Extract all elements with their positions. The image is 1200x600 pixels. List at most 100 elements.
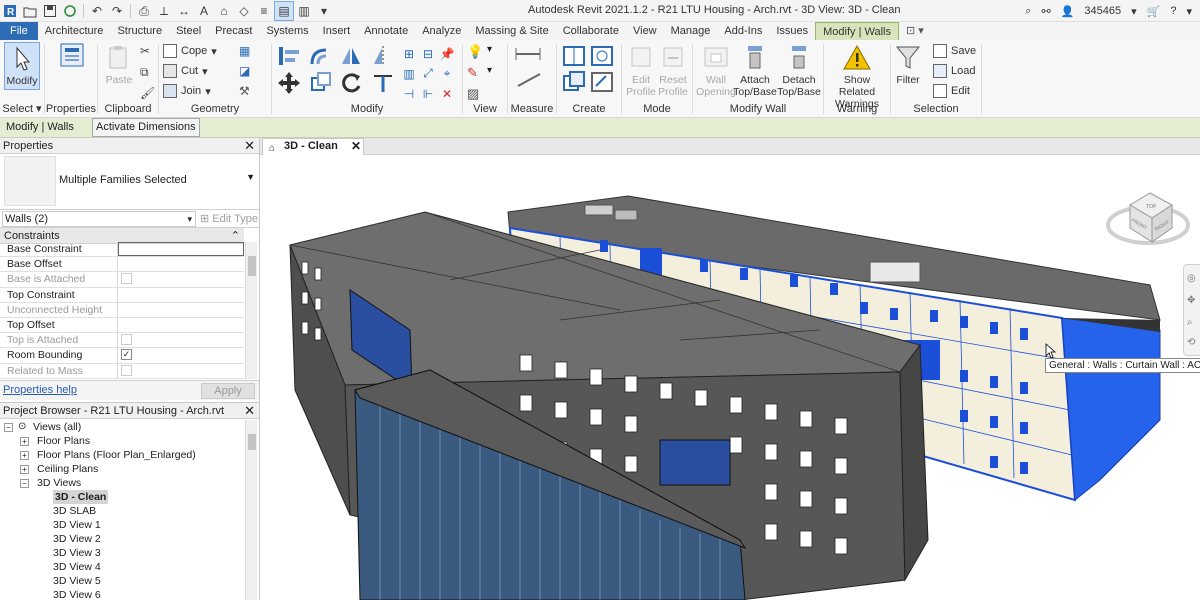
collapse-icon[interactable]: − xyxy=(4,423,13,432)
property-row[interactable]: Base Offset xyxy=(0,257,244,273)
binoculars-icon[interactable]: ⚯ xyxy=(1041,5,1050,18)
undo-icon[interactable]: ↶ xyxy=(87,1,107,21)
unpin-icon[interactable]: ⌖ xyxy=(438,64,456,83)
measure-between-icon[interactable] xyxy=(514,44,544,64)
property-row[interactable]: Top is Attached xyxy=(0,333,244,349)
reset-profile-button[interactable]: Reset Profile xyxy=(656,44,690,98)
cope-button[interactable]: Cope ▾ xyxy=(163,44,217,58)
chevron-down-icon[interactable]: ▾ xyxy=(487,44,492,55)
property-value[interactable] xyxy=(118,333,244,347)
customize-quick-access-icon[interactable]: ▾ xyxy=(314,1,334,21)
trim-single-icon[interactable]: ⊣ xyxy=(400,84,418,103)
create-group-icon[interactable] xyxy=(561,70,587,94)
filter-button[interactable]: Filter xyxy=(893,44,923,86)
tree-node[interactable]: −3D Views xyxy=(0,476,244,490)
tab-architecture[interactable]: Architecture xyxy=(38,22,111,40)
tab-systems[interactable]: Systems xyxy=(259,22,315,40)
tab-collaborate[interactable]: Collaborate xyxy=(556,22,626,40)
tree-node[interactable]: 3D SLAB xyxy=(0,504,244,518)
cut-button[interactable]: Cut ▾ xyxy=(163,64,208,78)
edit-type-button[interactable]: ⊞ Edit Type xyxy=(200,212,258,225)
tab-massing-site[interactable]: Massing & Site xyxy=(468,22,555,40)
property-value[interactable]: ✓ xyxy=(118,348,244,362)
close-icon[interactable]: ✕ xyxy=(351,139,361,154)
join-button[interactable]: Join ▾ xyxy=(163,84,211,98)
chevron-down-icon[interactable]: ▼ xyxy=(246,172,255,182)
cut-scissors-icon[interactable]: ✂ xyxy=(140,44,150,58)
attach-top-base-button[interactable]: Attach Top/Base xyxy=(733,44,777,98)
load-selection-button[interactable]: Load xyxy=(933,64,975,78)
align-icon[interactable] xyxy=(276,44,302,68)
checkbox[interactable] xyxy=(121,334,132,346)
property-value[interactable] xyxy=(118,288,244,302)
orbit-icon[interactable]: ⟲ xyxy=(1187,337,1195,348)
tab-annotate[interactable]: Annotate xyxy=(357,22,415,40)
property-row[interactable]: Unconnected Height xyxy=(0,302,244,318)
collapse-icon[interactable]: − xyxy=(20,479,29,488)
dimension-icon[interactable]: ↔ xyxy=(174,1,194,21)
property-row[interactable]: Top Constraint xyxy=(0,287,244,303)
edit-selection-button[interactable]: Edit xyxy=(933,84,970,98)
tab-steel[interactable]: Steel xyxy=(169,22,208,40)
view-tab-3d-clean[interactable]: ⌂ 3D - Clean ✕ xyxy=(262,138,364,155)
building-model[interactable]: TOP FRONT RIGHT xyxy=(260,155,1200,600)
offset-icon[interactable] xyxy=(308,44,334,68)
type-selector[interactable]: Multiple Families Selected ▼ xyxy=(0,154,259,210)
detach-top-base-button[interactable]: Detach Top/Base xyxy=(777,44,821,98)
tree-node[interactable]: 3D View 4 xyxy=(0,560,244,574)
chevron-down-icon[interactable]: ▾ xyxy=(1186,5,1192,18)
checkbox[interactable]: ✓ xyxy=(121,349,132,361)
tree-node[interactable]: 3D - Clean xyxy=(0,490,244,504)
mirror-draw-axis-icon[interactable] xyxy=(370,44,396,68)
override-graphics-icon[interactable]: ✎ xyxy=(467,65,478,81)
scale-icon[interactable]: ⤢ xyxy=(419,64,437,83)
measure-icon[interactable]: ⟂ xyxy=(154,1,174,21)
wall-opening-button[interactable]: Wall Opening xyxy=(696,44,736,98)
3d-viewport[interactable]: TOP FRONT RIGHT ◎ ✥ ⌕ ⟲ xyxy=(260,155,1200,600)
3d-view-icon[interactable]: ⌂ xyxy=(214,1,234,21)
create-assembly-icon[interactable] xyxy=(589,44,615,68)
close-icon[interactable]: ✕ xyxy=(244,403,255,419)
property-value[interactable] xyxy=(118,303,244,317)
tree-node[interactable]: 3D View 6 xyxy=(0,588,244,600)
instance-filter-select[interactable]: Walls (2) ▾ xyxy=(2,211,196,227)
copy-elements-icon[interactable] xyxy=(308,70,334,96)
paint-icon[interactable]: ◪ xyxy=(239,64,250,78)
tree-node[interactable]: 3D View 2 xyxy=(0,532,244,546)
activate-dimensions-button[interactable]: Activate Dimensions xyxy=(92,118,200,137)
rotate-icon[interactable] xyxy=(338,70,364,96)
redo-icon[interactable]: ↷ xyxy=(107,1,127,21)
tab-manage[interactable]: Manage xyxy=(664,22,718,40)
copy-icon[interactable]: ⧉ xyxy=(140,65,149,80)
modify-button[interactable]: Modify xyxy=(4,42,40,90)
end-block-selected[interactable] xyxy=(1061,317,1161,501)
select-group-label[interactable]: Select ▾ xyxy=(0,102,44,115)
property-row[interactable]: Room Bounding ✓ xyxy=(0,348,244,364)
expand-icon[interactable]: + xyxy=(20,437,29,446)
thin-lines-icon[interactable]: ≡ xyxy=(254,1,274,21)
trim-extend-icon[interactable] xyxy=(370,70,396,96)
tree-node[interactable]: 3D View 5 xyxy=(0,574,244,588)
tab-structure[interactable]: Structure xyxy=(110,22,169,40)
tab-precast[interactable]: Precast xyxy=(208,22,259,40)
tree-node[interactable]: + Floor Plans xyxy=(0,434,244,448)
property-value[interactable] xyxy=(118,242,244,257)
zoom-icon[interactable]: ⌕ xyxy=(1187,317,1193,328)
create-similar-icon[interactable] xyxy=(589,70,615,94)
viewcube[interactable]: TOP FRONT RIGHT xyxy=(1106,192,1190,245)
delete-icon[interactable]: ✕ xyxy=(438,84,456,103)
navigation-bar[interactable]: ◎ ✥ ⌕ ⟲ xyxy=(1183,264,1200,356)
property-row[interactable]: Base is Attached xyxy=(0,272,244,288)
tree-node[interactable]: + Floor Plans (Floor Plan_Enlarged) xyxy=(0,448,244,462)
properties-help-link[interactable]: Properties help xyxy=(3,384,77,396)
text-icon[interactable]: A xyxy=(194,1,214,21)
apply-button[interactable]: Apply xyxy=(201,383,255,399)
expand-icon[interactable]: + xyxy=(20,451,29,460)
property-value[interactable] xyxy=(118,318,244,332)
move-icon[interactable] xyxy=(276,70,302,96)
tree-node[interactable]: 3D View 3 xyxy=(0,546,244,560)
revit-logo-icon[interactable]: R xyxy=(0,1,20,21)
array-icon[interactable]: ▥ xyxy=(400,64,418,83)
tree-node[interactable]: + Ceiling Plans xyxy=(0,462,244,476)
create-parts-icon[interactable] xyxy=(561,44,587,68)
